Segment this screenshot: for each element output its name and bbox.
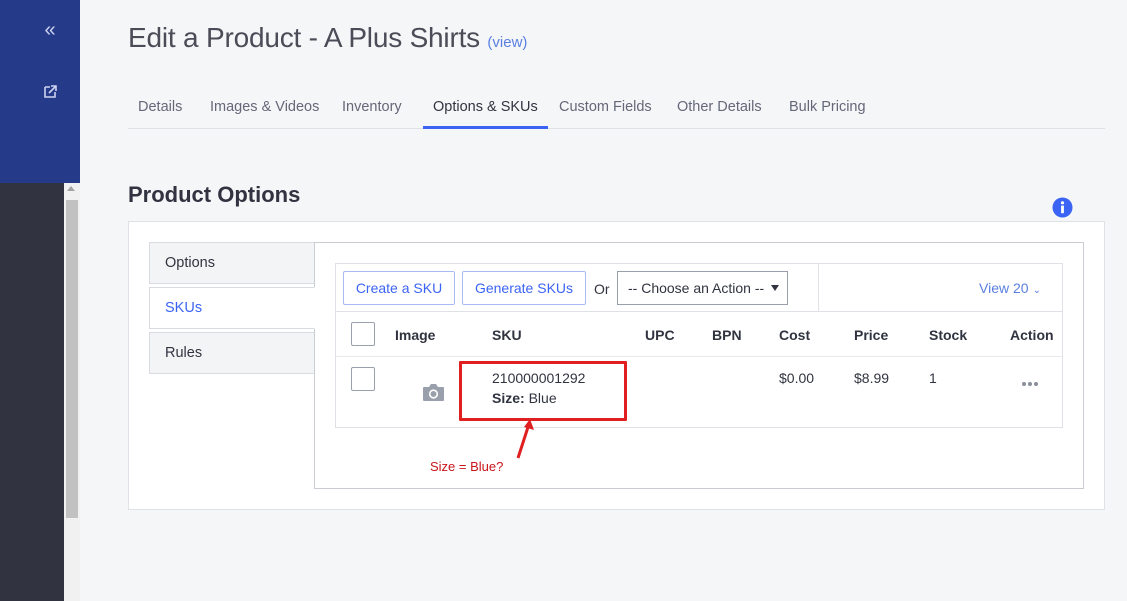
- info-icon[interactable]: [1052, 197, 1073, 218]
- column-header-cost: Cost: [779, 327, 811, 343]
- chevron-down-icon: ⌄: [1032, 285, 1041, 296]
- scrollbar-up-arrow[interactable]: [67, 186, 75, 191]
- tab-other-details[interactable]: Other Details: [667, 88, 772, 129]
- column-header-action: Action: [1010, 327, 1054, 343]
- cost-value: $0.00: [779, 370, 815, 386]
- side-tab-options[interactable]: Options: [149, 242, 315, 284]
- column-header-stock: Stock: [929, 327, 968, 343]
- annotation-arrow-icon: [516, 419, 534, 459]
- view-count-dropdown[interactable]: View 20 ⌄: [979, 280, 1041, 296]
- tab-inventory[interactable]: Inventory: [332, 88, 412, 129]
- generate-skus-button[interactable]: Generate SKUs: [462, 271, 586, 305]
- action-select[interactable]: -- Choose an Action --: [617, 271, 788, 305]
- annotation-text: Size = Blue?: [430, 459, 504, 474]
- sidebar-lower: [0, 183, 64, 601]
- view-count-label: View 20: [979, 280, 1029, 296]
- view-product-link[interactable]: (view): [487, 34, 527, 51]
- select-all-checkbox[interactable]: [351, 322, 375, 346]
- or-label: Or: [594, 281, 610, 297]
- tab-images-videos[interactable]: Images & Videos: [200, 88, 329, 129]
- create-sku-button[interactable]: Create a SKU: [343, 271, 455, 305]
- toolbar-border: [336, 311, 1062, 312]
- stock-value: 1: [929, 370, 937, 386]
- column-header-image: Image: [395, 327, 436, 343]
- product-tabs: Details Images & Videos Inventory Option…: [128, 88, 1105, 129]
- tab-options-skus[interactable]: Options & SKUs: [423, 88, 548, 129]
- side-tab-rules[interactable]: Rules: [149, 332, 315, 374]
- column-header-sku: SKU: [492, 327, 522, 343]
- price-value: $8.99: [854, 370, 890, 386]
- tab-bulk-pricing[interactable]: Bulk Pricing: [779, 88, 876, 129]
- action-select-value: -- Choose an Action --: [628, 280, 765, 296]
- page-title: Edit a Product - A Plus Shirts: [128, 22, 480, 53]
- caret-down-icon: [771, 285, 779, 291]
- camera-icon[interactable]: [422, 382, 445, 402]
- toolbar-divider: [818, 264, 819, 311]
- tab-details[interactable]: Details: [128, 88, 192, 129]
- column-header-upc: UPC: [645, 327, 675, 343]
- annotation-highlight-box: [459, 361, 627, 421]
- double-chevron-left-icon[interactable]: «: [40, 20, 60, 40]
- column-header-bpn: BPN: [712, 327, 742, 343]
- scrollbar-thumb[interactable]: [66, 200, 78, 518]
- section-title: Product Options: [128, 182, 301, 207]
- tab-custom-fields[interactable]: Custom Fields: [549, 88, 662, 129]
- row-checkbox[interactable]: [351, 367, 375, 391]
- external-link-icon[interactable]: [42, 84, 58, 100]
- side-tab-skus[interactable]: SKUs: [149, 287, 315, 329]
- more-horizontal-icon[interactable]: [1021, 379, 1039, 389]
- column-header-price: Price: [854, 327, 889, 343]
- page-header: Edit a Product - A Plus Shirts (view): [128, 22, 527, 62]
- row-divider: [336, 356, 1062, 357]
